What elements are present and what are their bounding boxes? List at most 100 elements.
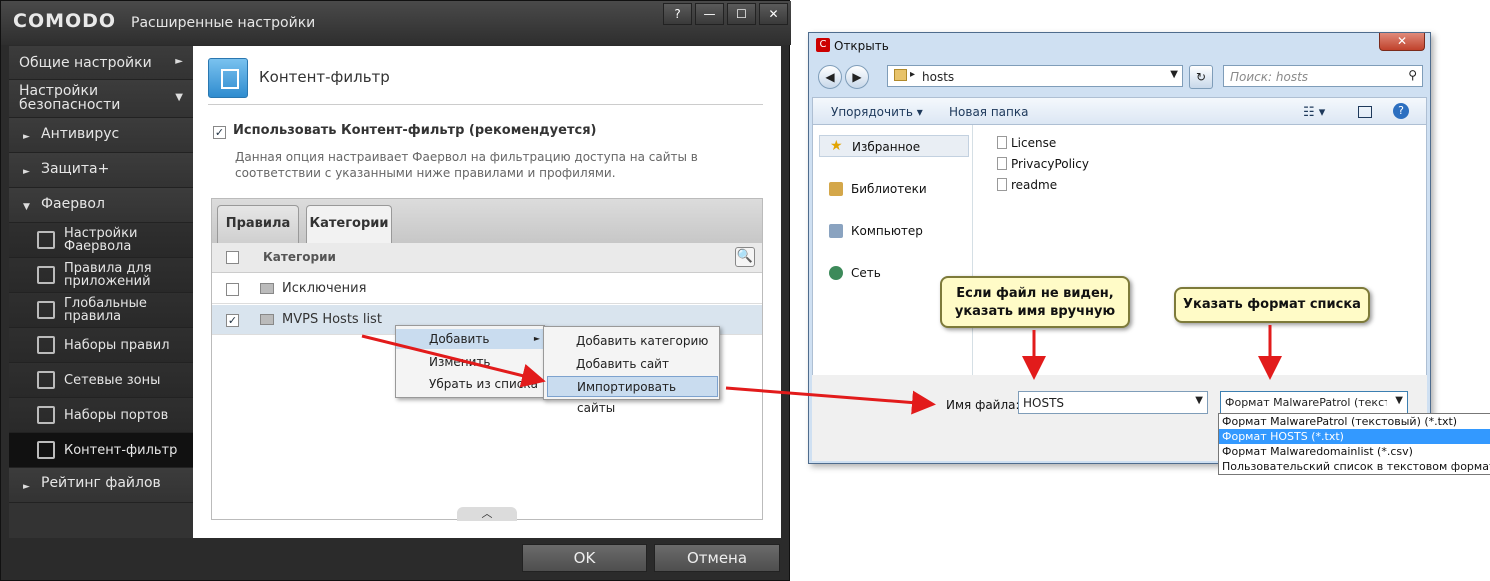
folder-icon xyxy=(894,69,907,81)
sidebar-item-general[interactable]: Общие настройки ► xyxy=(9,46,193,80)
sidebar-item-firewall-settings[interactable]: Настройки Фаервола xyxy=(9,223,193,258)
search-icon: ⚲ xyxy=(1408,68,1417,82)
back-button[interactable]: ◀ xyxy=(818,65,842,89)
menu-item-add-site[interactable]: Добавить сайт xyxy=(544,354,669,374)
menu-item-import-sites[interactable]: Импортировать сайты xyxy=(547,376,718,415)
search-input[interactable]: Поиск: hosts ⚲ xyxy=(1223,65,1423,87)
tab-rules[interactable]: Правила xyxy=(217,205,299,243)
menu-item-add[interactable]: Добавить ► xyxy=(396,329,544,349)
sidebar-item-label: Общие настройки xyxy=(19,55,152,71)
address-path: hosts xyxy=(922,70,955,84)
format-option[interactable]: Формат MalwarePatrol (текстовый) (*.txt) xyxy=(1219,414,1490,429)
star-icon: ★ xyxy=(830,138,843,154)
chevron-down-icon[interactable]: ▼ xyxy=(1195,395,1203,406)
toolbar: Упорядочить ▾ Новая папка ☷ ▾ ? xyxy=(812,97,1427,125)
organize-button[interactable]: Упорядочить ▾ xyxy=(831,105,923,119)
format-option[interactable]: Пользовательский список в текстовом форм… xyxy=(1219,459,1490,474)
tab-categories[interactable]: Категории xyxy=(306,205,392,243)
comodo-logo: COMODO xyxy=(13,10,117,32)
dialog-title: Открыть xyxy=(834,39,889,53)
search-placeholder: Поиск: hosts xyxy=(1230,70,1309,84)
folder-icon xyxy=(260,283,274,294)
monitor-icon xyxy=(37,371,55,389)
sidebar-item-defense[interactable]: ► Защита+ xyxy=(9,153,193,188)
row-checkbox[interactable]: ✓ xyxy=(226,314,239,327)
sidebar-item-network[interactable]: Сеть xyxy=(851,266,881,280)
sidebar-item-antivirus[interactable]: ► Антивирус xyxy=(9,118,193,153)
sidebar-item-favorites[interactable]: ★ Избранное xyxy=(819,135,969,157)
format-option-selected[interactable]: Формат HOSTS (*.txt) xyxy=(1219,429,1490,444)
file-item[interactable]: readme xyxy=(1011,178,1057,192)
sidebar-item-label: Избранное xyxy=(852,140,921,154)
file-item[interactable]: PrivacyPolicy xyxy=(1011,157,1089,171)
help-button[interactable]: ? xyxy=(663,3,692,25)
path-arrow-icon: ▸ xyxy=(910,69,916,80)
sidebar-item-content-filter[interactable]: Контент-фильтр xyxy=(9,433,193,468)
chevron-down-icon: ▼ xyxy=(175,92,183,103)
network-icon xyxy=(829,266,843,280)
search-icon[interactable]: 🔍 xyxy=(735,247,755,267)
new-folder-button[interactable]: Новая папка xyxy=(949,105,1028,119)
sidebar-item-computer[interactable]: Компьютер xyxy=(851,224,923,238)
format-option[interactable]: Формат Malwaredomainlist (*.csv) xyxy=(1219,444,1490,459)
file-item[interactable]: License xyxy=(1011,136,1056,150)
view-options-icon[interactable]: ☷ ▾ xyxy=(1303,105,1325,120)
filename-value: HOSTS xyxy=(1023,396,1065,410)
sidebar-item-global-rules[interactable]: Глобальные правила xyxy=(9,293,193,328)
menu-item-edit[interactable]: Изменить xyxy=(396,352,491,372)
sidebar-item-label: Глобальные правила xyxy=(64,296,147,324)
menu-item-add-category[interactable]: Добавить категорию xyxy=(544,331,708,351)
submenu: Добавить категорию Добавить сайт Импорти… xyxy=(543,326,720,415)
close-button[interactable]: ✕ xyxy=(1379,33,1425,51)
divider xyxy=(208,104,763,105)
port-sets-icon xyxy=(37,406,55,424)
sidebar-item-network-zones[interactable]: Сетевые зоны xyxy=(9,363,193,398)
maximize-button[interactable]: ☐ xyxy=(727,3,756,25)
content-filter-icon xyxy=(208,58,248,98)
use-filter-checkbox[interactable]: ✓ xyxy=(213,126,226,139)
file-icon xyxy=(997,178,1007,191)
select-all-checkbox[interactable] xyxy=(226,251,239,264)
app-rules-icon xyxy=(37,266,55,284)
help-icon[interactable]: ? xyxy=(1393,103,1409,119)
minimize-button[interactable]: — xyxy=(695,3,724,25)
filename-input[interactable]: HOSTS ▼ xyxy=(1018,391,1208,414)
open-file-dialog: C Открыть ✕ ◀ ▶ ▸ hosts ▼ ↻ Поиск: hosts… xyxy=(808,32,1431,464)
libraries-icon xyxy=(829,182,843,196)
sidebar-item-file-rating[interactable]: ► Рейтинг файлов xyxy=(9,468,193,503)
preview-pane-icon[interactable] xyxy=(1358,106,1372,118)
file-format-value: Формат MalwarePatrol (тексто xyxy=(1225,396,1387,409)
sidebar-item-security[interactable]: Настройки безопасности ▼ xyxy=(9,80,193,118)
sidebar-nav: Общие настройки ► Настройки безопасности… xyxy=(9,46,193,538)
cancel-button[interactable]: Отмена xyxy=(654,544,780,572)
address-bar[interactable]: ▸ hosts ▼ xyxy=(887,65,1183,87)
list-item[interactable]: Исключения xyxy=(212,274,762,304)
content-filter-icon xyxy=(37,441,55,459)
row-checkbox[interactable] xyxy=(226,283,239,296)
categories-column-label: Категории xyxy=(263,250,336,264)
sidebar-item-libraries[interactable]: Библиотеки xyxy=(851,182,927,196)
filename-label: Имя файла: xyxy=(946,398,1020,412)
rulesets-icon xyxy=(37,336,55,354)
expand-arrow-icon: ► xyxy=(23,482,30,492)
chevron-right-icon: ► xyxy=(175,56,183,67)
sidebar-item-label: Контент-фильтр xyxy=(64,443,178,458)
file-icon xyxy=(997,136,1007,149)
sidebar-item-firewall[interactable]: ▼ Фаервол xyxy=(9,188,193,223)
sidebar-item-app-rules[interactable]: Правила для приложений xyxy=(9,258,193,293)
refresh-button[interactable]: ↻ xyxy=(1189,65,1213,89)
sidebar-item-port-sets[interactable]: Наборы портов xyxy=(9,398,193,433)
expand-grip-icon[interactable]: ︿ xyxy=(457,507,517,521)
sidebar-item-label: Защита+ xyxy=(41,161,110,177)
file-format-select[interactable]: Формат MalwarePatrol (тексто ▼ xyxy=(1220,391,1408,414)
sidebar-item-label: Правила для приложений xyxy=(64,261,152,289)
forward-button[interactable]: ▶ xyxy=(845,65,869,89)
ok-button[interactable]: OK xyxy=(522,544,647,572)
close-button[interactable]: ✕ xyxy=(759,3,788,25)
sidebar-item-rulesets[interactable]: Наборы правил xyxy=(9,328,193,363)
sidebar-item-label: Антивирус xyxy=(41,126,120,142)
content-panel: Контент-фильтр ✓ Использовать Контент-фи… xyxy=(193,46,781,538)
menu-item-remove[interactable]: Убрать из списка xyxy=(396,374,538,394)
use-filter-description: Данная опция настраивает Фаервол на филь… xyxy=(235,150,698,180)
chevron-down-icon[interactable]: ▼ xyxy=(1170,69,1178,80)
